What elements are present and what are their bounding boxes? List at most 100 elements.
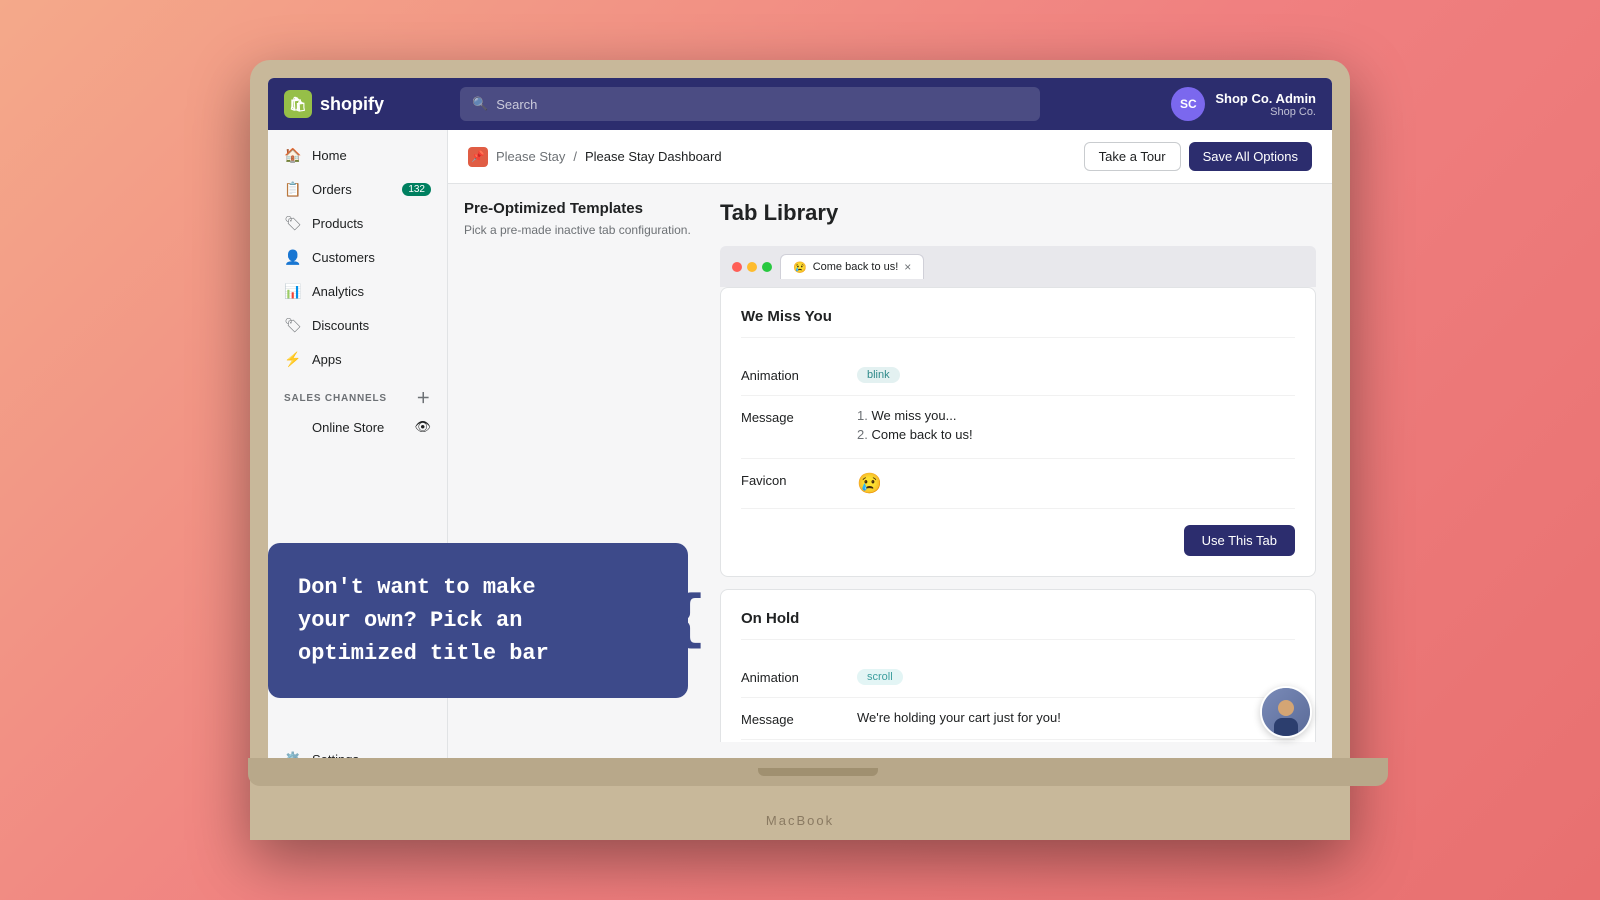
speech-bubble-text: Don't want to makeyour own? Pick anoptim… bbox=[448, 575, 549, 666]
shopify-logo-text: shopify bbox=[320, 94, 384, 115]
sidebar-label-discounts: Discounts bbox=[312, 318, 369, 333]
message-value: We miss you... Come back to us! bbox=[857, 408, 1295, 446]
sidebar-label-settings: Settings bbox=[312, 752, 359, 759]
message-item-2: Come back to us! bbox=[857, 427, 1295, 442]
analytics-icon: 📊 bbox=[284, 282, 302, 300]
card-row-favicon-2: Favicon 🛒 bbox=[741, 740, 1295, 742]
animation-value-2: scroll bbox=[857, 668, 1295, 685]
card-row-animation-2: Animation scroll bbox=[741, 656, 1295, 698]
user-area: SC Shop Co. Admin Shop Co. bbox=[1171, 87, 1316, 121]
sidebar-item-settings[interactable]: ⚙️ Settings bbox=[268, 742, 447, 758]
profile-avatar-inner bbox=[1262, 688, 1310, 736]
favicon-label: Favicon bbox=[741, 471, 841, 488]
breadcrumb: 📌 Please Stay / Please Stay Dashboard bbox=[468, 147, 722, 167]
search-bar[interactable]: 🔍 Search bbox=[460, 87, 1040, 121]
sidebar-item-customers[interactable]: 👤 Customers bbox=[268, 240, 447, 274]
home-icon: 🏠 bbox=[284, 146, 302, 164]
tab-emoji: 😢 bbox=[793, 261, 807, 274]
eye-icon: 👁 bbox=[414, 419, 431, 435]
customers-icon: 👤 bbox=[284, 248, 302, 266]
sidebar-item-analytics[interactable]: 📊 Analytics bbox=[268, 274, 447, 308]
profile-figure bbox=[1271, 696, 1301, 736]
panel-subtitle: Pick a pre-made inactive tab configurati… bbox=[464, 223, 704, 237]
shopify-logo-icon: 🛍 bbox=[284, 90, 312, 118]
message-list: We miss you... Come back to us! bbox=[857, 408, 1295, 442]
profile-body bbox=[1274, 718, 1298, 736]
sidebar-item-online-store[interactable]: Online Store 👁 bbox=[268, 412, 447, 442]
discounts-icon: 🏷 bbox=[284, 316, 302, 334]
profile-avatar[interactable] bbox=[1260, 686, 1312, 738]
sidebar-label-orders: Orders bbox=[312, 182, 352, 197]
card-title-on-hold: On Hold bbox=[741, 610, 1295, 640]
right-panel[interactable]: Tab Library 😢 Come back bbox=[720, 200, 1316, 742]
tab-label: Come back to us! bbox=[813, 261, 899, 273]
avatar[interactable]: SC bbox=[1171, 87, 1205, 121]
sidebar-item-discounts[interactable]: 🏷 Discounts bbox=[268, 308, 447, 342]
sidebar-item-apps[interactable]: ⚡ Apps bbox=[268, 342, 447, 376]
animation-value: blink bbox=[857, 366, 1295, 383]
sidebar-label-products: Products bbox=[312, 216, 363, 231]
apps-icon: ⚡ bbox=[284, 350, 302, 368]
laptop-screen: 🛍 shopify 🔍 Search SC Shop Co. Admin Sho… bbox=[268, 78, 1332, 758]
breadcrumb-separator: / bbox=[573, 149, 577, 164]
use-tab-button[interactable]: Use This Tab bbox=[1184, 525, 1295, 556]
tab-preview-bar: 😢 Come back to us! × bbox=[720, 246, 1316, 287]
products-icon: 🏷 bbox=[284, 214, 302, 232]
page-content: Pre-Optimized Templates Pick a pre-made … bbox=[448, 184, 1332, 758]
favicon-emoji: 😢 bbox=[857, 471, 1295, 496]
sales-channels-header: SALES CHANNELS ＋ bbox=[268, 376, 447, 412]
breadcrumb-actions: Take a Tour Save All Options bbox=[1084, 142, 1312, 171]
laptop-base bbox=[248, 758, 1388, 786]
card-title-we-miss-you: We Miss You bbox=[741, 308, 1295, 338]
add-channel-icon[interactable]: ＋ bbox=[416, 388, 431, 408]
speech-bubble: Don't want to makeyour own? Pick anoptim… bbox=[448, 543, 688, 698]
profile-head bbox=[1278, 700, 1294, 716]
macbook-label: MacBook bbox=[766, 813, 834, 828]
message-item-1: We miss you... bbox=[857, 408, 1295, 423]
dot-green bbox=[762, 262, 772, 272]
search-placeholder: Search bbox=[496, 97, 537, 112]
message-label-2: Message bbox=[741, 710, 841, 727]
animation-label: Animation bbox=[741, 366, 841, 383]
user-shop: Shop Co. bbox=[1270, 106, 1316, 118]
animation-label-2: Animation bbox=[741, 668, 841, 685]
sidebar-label-customers: Customers bbox=[312, 250, 375, 265]
shopify-ui: 🛍 shopify 🔍 Search SC Shop Co. Admin Sho… bbox=[268, 78, 1332, 758]
settings-icon: ⚙️ bbox=[284, 750, 302, 758]
search-icon: 🔍 bbox=[472, 96, 488, 112]
app-icon: 📌 bbox=[468, 147, 488, 167]
orders-badge: 132 bbox=[402, 183, 431, 196]
content-area: 📌 Please Stay / Please Stay Dashboard Ta… bbox=[448, 130, 1332, 758]
message-text-2: We're holding your cart just for you! bbox=[857, 710, 1061, 725]
template-card-on-hold: On Hold Animation scroll Message bbox=[720, 589, 1316, 742]
main-layout: 🏠 Home 📋 Orders 132 🏷 Products 👤 C bbox=[268, 130, 1332, 758]
tab-library-title: Tab Library bbox=[720, 200, 1316, 226]
message-label: Message bbox=[741, 408, 841, 425]
sidebar-item-orders[interactable]: 📋 Orders 132 bbox=[268, 172, 447, 206]
breadcrumb-app: Please Stay bbox=[496, 149, 565, 164]
user-name: Shop Co. Admin bbox=[1215, 91, 1316, 106]
browser-tab[interactable]: 😢 Come back to us! × bbox=[780, 254, 924, 279]
sidebar-label-home: Home bbox=[312, 148, 347, 163]
animation-badge: blink bbox=[857, 367, 900, 383]
message-value-2: We're holding your cart just for you! bbox=[857, 710, 1295, 725]
close-icon[interactable]: × bbox=[904, 260, 911, 274]
window-dots bbox=[732, 262, 772, 272]
card-row-favicon: Favicon 😢 bbox=[741, 459, 1295, 509]
shopify-logo: 🛍 shopify bbox=[284, 90, 444, 118]
sidebar-item-home[interactable]: 🏠 Home bbox=[268, 138, 447, 172]
dot-red bbox=[732, 262, 742, 272]
take-tour-button[interactable]: Take a Tour bbox=[1084, 142, 1181, 171]
sidebar-label-apps: Apps bbox=[312, 352, 342, 367]
animation-badge-2: scroll bbox=[857, 669, 903, 685]
user-info: Shop Co. Admin Shop Co. bbox=[1215, 91, 1316, 118]
sidebar-item-products[interactable]: 🏷 Products bbox=[268, 206, 447, 240]
left-panel: Pre-Optimized Templates Pick a pre-made … bbox=[464, 200, 704, 742]
card-row-message: Message We miss you... Come back to us! bbox=[741, 396, 1295, 459]
card-row-animation: Animation blink bbox=[741, 354, 1295, 396]
save-all-button[interactable]: Save All Options bbox=[1189, 142, 1312, 171]
panel-title: Pre-Optimized Templates bbox=[464, 200, 704, 217]
online-store-label: Online Store bbox=[312, 420, 384, 435]
orders-icon: 📋 bbox=[284, 180, 302, 198]
card-footer: Use This Tab bbox=[741, 525, 1295, 556]
